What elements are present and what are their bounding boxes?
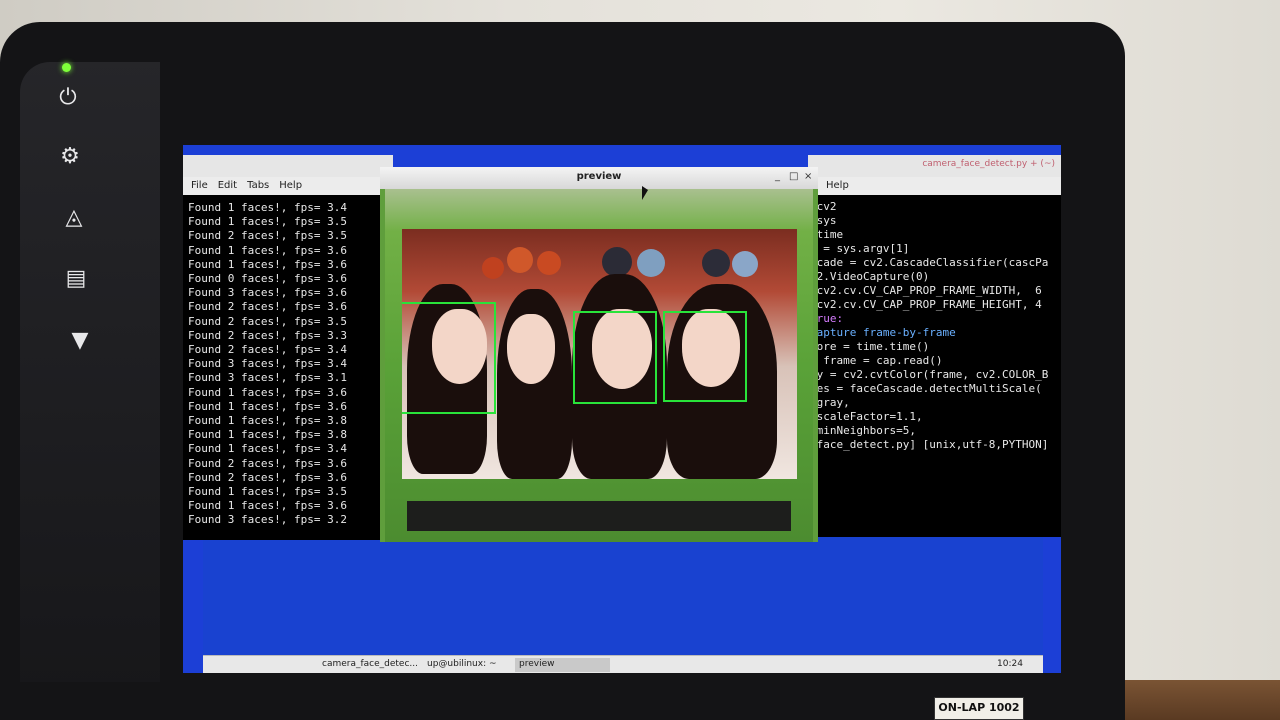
face-bounding-box xyxy=(402,302,496,414)
terminal-line: Found 2 faces!, fps= 3.6 xyxy=(188,456,347,470)
menu-edit[interactable]: Edit xyxy=(218,180,237,192)
preview-title: preview xyxy=(576,171,622,182)
code-line: gray, xyxy=(810,396,850,409)
hair-roller xyxy=(602,247,632,277)
terminal-line: Found 3 faces!, fps= 3.2 xyxy=(188,513,347,527)
code-line: minNeighbors=5, xyxy=(810,424,916,437)
hair-roller xyxy=(482,257,504,279)
taskbar: camera_face_detec... up@ubilinux: ~ prev… xyxy=(203,655,1043,673)
power-icon[interactable]: ⏻ xyxy=(53,87,83,109)
menu-help[interactable]: Help xyxy=(279,180,302,192)
terminal-line: Found 1 faces!, fps= 3.6 xyxy=(188,385,347,399)
terminal-line: Found 1 faces!, fps= 3.8 xyxy=(188,428,347,442)
hair-roller xyxy=(702,249,730,277)
camera-feed xyxy=(385,189,813,542)
code-line: sys xyxy=(810,214,837,227)
terminal-menubar: File Edit Tabs Help xyxy=(183,177,393,195)
editor-title[interactable]: camera_face_detect.py + (~) xyxy=(808,155,1061,177)
terminal-window[interactable]: File Edit Tabs Help Found 1 faces!, fps=… xyxy=(183,155,393,540)
code-line: True: xyxy=(810,312,844,325)
menu-tabs[interactable]: Tabs xyxy=(247,180,269,192)
hair-roller xyxy=(637,249,665,277)
face-bounding-box xyxy=(573,311,657,404)
terminal-line: Found 3 faces!, fps= 3.6 xyxy=(188,286,347,300)
preview-titlebar[interactable]: preview _ □ × xyxy=(380,167,818,189)
code-line: h = sys.argv[1] xyxy=(810,242,910,255)
code-line: cv2 xyxy=(810,200,837,213)
code-line: time xyxy=(810,228,844,241)
terminal-line: Found 2 faces!, fps= 3.5 xyxy=(188,314,347,328)
terminal-line: Found 1 faces!, fps= 3.4 xyxy=(188,201,347,214)
editor-menu-help[interactable]: Help xyxy=(808,177,1061,195)
code-line: face_detect.py] [unix,utf-8,PYTHON] xyxy=(810,438,1049,451)
asset-sticker: ON-LAP 1002 xyxy=(934,697,1024,720)
terminal-line: Found 1 faces!, fps= 3.5 xyxy=(188,215,347,229)
autorotate-icon[interactable]: ◬ xyxy=(59,207,89,229)
terminal-line: Found 2 faces!, fps= 3.6 xyxy=(188,300,347,314)
terminal-line: Found 1 faces!, fps= 3.5 xyxy=(188,485,347,499)
terminal-line: Found 2 faces!, fps= 3.6 xyxy=(188,470,347,484)
task-editor[interactable]: camera_face_detec... xyxy=(318,658,422,672)
minimize-button[interactable]: _ xyxy=(775,171,780,182)
code-line: scade = cv2.CascadeClassifier(cascPa xyxy=(810,256,1049,269)
terminal-line: Found 1 faces!, fps= 3.6 xyxy=(188,399,347,413)
terminal-line: Found 3 faces!, fps= 3.1 xyxy=(188,371,347,385)
tv-screen-image xyxy=(402,229,797,479)
volume-icon[interactable]: ▼ xyxy=(65,330,95,352)
terminal-line: Found 0 faces!, fps= 3.6 xyxy=(188,272,347,286)
desktop-background xyxy=(203,537,1043,655)
editor-code[interactable]: cv2 sys time h = sys.argv[1] scade = cv2.C… xyxy=(810,200,1048,452)
terminal-line: Found 1 faces!, fps= 3.6 xyxy=(188,243,347,257)
terminal-line: Found 1 faces!, fps= 3.6 xyxy=(188,257,347,271)
code-line: (cv2.cv.CV_CAP_PROP_FRAME_WIDTH, 6 xyxy=(810,284,1042,297)
terminal-line: Found 2 faces!, fps= 3.4 xyxy=(188,343,347,357)
document-icon[interactable]: ▤ xyxy=(61,268,91,290)
terminal-line: Found 3 faces!, fps= 3.4 xyxy=(188,357,347,371)
editor-window[interactable]: camera_face_detect.py + (~) Help cv2 sys… xyxy=(808,155,1061,537)
code-line: , frame = cap.read() xyxy=(810,354,943,367)
code-line: Capture frame-by-frame xyxy=(810,326,956,339)
close-button[interactable]: × xyxy=(804,171,812,182)
task-terminal[interactable]: up@ubilinux: ~ xyxy=(423,658,501,672)
code-line: v2.VideoCapture(0) xyxy=(810,270,930,283)
display-screen: File Edit Tabs Help Found 1 faces!, fps=… xyxy=(183,145,1061,673)
menu-file[interactable]: File xyxy=(191,180,208,192)
terminal-line: Found 2 faces!, fps= 3.5 xyxy=(188,229,347,243)
code-line: ces = faceCascade.detectMultiScale( xyxy=(810,382,1042,395)
hair-roller xyxy=(507,247,533,273)
code-line: fore = time.time() xyxy=(810,340,930,353)
maximize-button[interactable]: □ xyxy=(789,171,798,182)
power-led xyxy=(62,63,71,72)
task-preview[interactable]: preview xyxy=(515,658,610,672)
terminal-line: Found 1 faces!, fps= 3.8 xyxy=(188,414,347,428)
terminal-line: Found 1 faces!, fps= 3.4 xyxy=(188,442,347,456)
hair-roller xyxy=(537,251,561,275)
terminal-output: Found 1 faces!, fps= 3.4 Found 1 faces!, … xyxy=(188,201,347,528)
code-line: ay = cv2.cvtColor(frame, cv2.COLOR_B xyxy=(810,368,1049,381)
face-bounding-box xyxy=(663,311,747,402)
clock: 10:24 xyxy=(997,659,1023,669)
preview-window[interactable]: preview _ □ × xyxy=(380,167,818,542)
mouse-cursor xyxy=(642,186,648,200)
code-line: (cv2.cv.CV_CAP_PROP_FRAME_HEIGHT, 4 xyxy=(810,298,1042,311)
terminal-line: Found 2 faces!, fps= 3.3 xyxy=(188,328,347,342)
tv-stand xyxy=(407,501,791,531)
terminal-line: Found 1 faces!, fps= 3.6 xyxy=(188,499,347,513)
terminal-titlebar[interactable] xyxy=(183,155,393,177)
face xyxy=(507,314,555,384)
bezel-left-panel xyxy=(20,62,160,682)
hair-roller xyxy=(732,251,758,277)
gear-icon[interactable]: ⚙ xyxy=(55,146,85,168)
code-line: scaleFactor=1.1, xyxy=(810,410,923,423)
